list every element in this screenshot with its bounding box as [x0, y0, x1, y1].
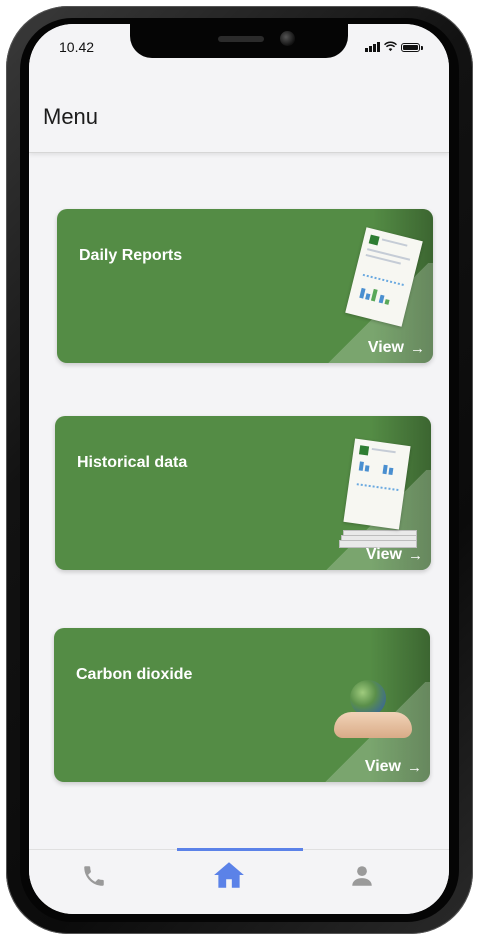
speaker-grille: [218, 36, 264, 42]
view-link-label: View: [364, 758, 401, 775]
signal-icon: [365, 42, 380, 52]
arrow-right-icon: →: [410, 339, 425, 357]
tab-phone[interactable]: [81, 863, 111, 893]
status-time: 10.42: [59, 39, 95, 55]
tab-home[interactable]: [212, 858, 248, 894]
app-screen: 10.42 Menu Daily Reports View → Historic…: [29, 24, 449, 914]
card-title: Carbon dioxide: [76, 666, 193, 683]
card-title: Daily Reports: [79, 247, 183, 264]
report-document-icon: [345, 227, 423, 329]
person-icon: [352, 866, 372, 886]
bottom-tab-bar: [29, 848, 449, 914]
home-icon: [214, 862, 244, 888]
page-title: Menu: [43, 104, 99, 129]
camera-lens: [280, 31, 295, 46]
phone-icon: [84, 866, 104, 886]
wifi-icon: [384, 41, 397, 52]
view-link[interactable]: View →: [366, 546, 423, 564]
card-carbon-dioxide[interactable]: Carbon dioxide View →: [54, 628, 430, 782]
active-tab-indicator: [177, 848, 303, 851]
status-icons: [365, 41, 423, 52]
view-link[interactable]: View →: [368, 339, 425, 357]
arrow-right-icon: →: [407, 758, 422, 776]
battery-icon: [401, 43, 423, 52]
phone-notch: [130, 24, 348, 58]
tab-profile[interactable]: [349, 863, 379, 893]
arrow-right-icon: →: [408, 546, 423, 564]
view-link[interactable]: View →: [365, 758, 422, 776]
card-historical-data[interactable]: Historical data View →: [55, 416, 431, 570]
card-daily-reports[interactable]: Daily Reports View →: [57, 209, 433, 363]
globe-in-hand-icon: [328, 676, 424, 746]
view-link-label: View: [365, 546, 402, 563]
view-link-label: View: [367, 339, 404, 356]
document-stack-icon: [339, 438, 419, 550]
card-title: Historical data: [77, 454, 188, 471]
